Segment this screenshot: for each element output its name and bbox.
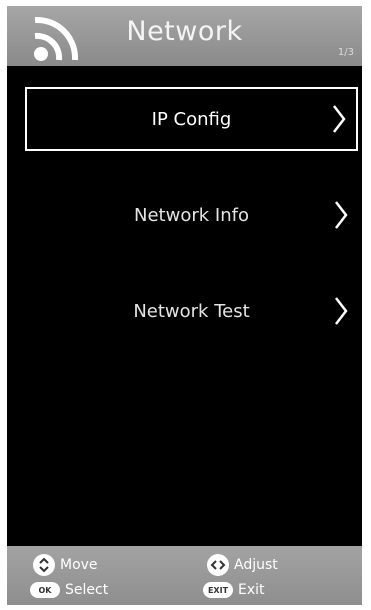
chevron-right-icon (335, 297, 348, 325)
chevron-right-icon (335, 201, 348, 229)
hint-adjust: Adjust (207, 554, 278, 576)
exit-label: Exit (238, 582, 265, 598)
menu-item-label: Network Test (133, 300, 250, 322)
select-label: Select (65, 582, 109, 598)
chevron-right-icon (333, 105, 346, 133)
header-bar: Network 1/3 (7, 6, 362, 66)
hint-select: OK Select (30, 582, 108, 598)
network-menu-screen: Network 1/3 IP Config Network Info Netwo… (7, 6, 362, 605)
hint-move: Move (33, 554, 98, 576)
exit-key-icon: EXIT (203, 582, 233, 598)
page-title: Network (126, 16, 243, 47)
move-label: Move (60, 557, 98, 573)
up-down-arrows-icon (33, 554, 55, 576)
menu-item-network-info[interactable]: Network Info (25, 183, 358, 247)
menu-item-label: IP Config (151, 108, 232, 130)
footer-hint-bar: Move Adjust OK Select EXIT Exit (7, 546, 362, 605)
ok-key-icon: OK (30, 582, 60, 598)
page-indicator: 1/3 (337, 47, 354, 58)
left-right-arrows-icon (207, 554, 229, 576)
hint-exit: EXIT Exit (203, 582, 265, 598)
menu-item-network-test[interactable]: Network Test (25, 279, 358, 343)
adjust-label: Adjust (234, 557, 278, 573)
menu-item-ip-config[interactable]: IP Config (25, 87, 358, 151)
menu-item-label: Network Info (134, 204, 249, 226)
